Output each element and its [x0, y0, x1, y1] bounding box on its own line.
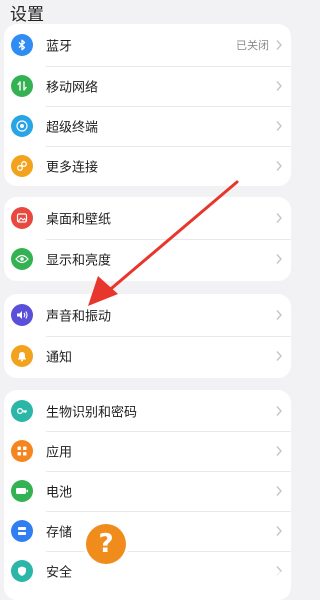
settings-item-label: 存储 [46, 525, 73, 541]
settings-item-label: 超级终端 [46, 120, 99, 136]
chevron-right-icon [276, 310, 282, 320]
settings-item-wallpaper[interactable]: 桌面和壁纸 [4, 198, 291, 238]
settings-item-label: 显示和亮度 [46, 253, 112, 269]
settings-item-label: 更多连接 [46, 160, 99, 176]
shield-icon [11, 560, 33, 582]
settings-item-display-brightness[interactable]: 显示和亮度 [4, 239, 291, 279]
chevron-right-icon [276, 81, 282, 91]
chevron-right-icon [276, 406, 282, 416]
settings-item-label: 桌面和壁纸 [46, 212, 112, 228]
settings-group-display: 桌面和壁纸 显示和亮度 [4, 197, 291, 281]
settings-item-label: 安全 [46, 565, 73, 581]
help-badge-icon: ? [86, 524, 126, 564]
settings-item-label: 应用 [46, 445, 73, 461]
battery-icon [11, 480, 33, 502]
chevron-right-icon [276, 446, 282, 456]
settings-item-label: 声音和振动 [46, 309, 112, 325]
chevron-right-icon [276, 40, 282, 50]
settings-item-sound-vibration[interactable]: 声音和振动 [4, 295, 291, 335]
settings-group-sound: 声音和振动 通知 [4, 294, 291, 378]
chevron-right-icon [276, 121, 282, 131]
settings-item-super-device[interactable]: 超级终端 [4, 106, 291, 146]
bluetooth-icon [11, 34, 33, 56]
settings-group-system: 生物识别和密码 应用 电池 存储 安全 [4, 390, 291, 600]
settings-item-mobile-network[interactable]: 移动网络 [4, 66, 291, 106]
settings-item-notifications[interactable]: 通知 [4, 336, 291, 376]
wallpaper-icon [11, 207, 33, 229]
settings-item-battery[interactable]: 电池 [4, 471, 291, 511]
chevron-right-icon [276, 254, 282, 264]
signal-icon [11, 75, 33, 97]
bluetooth-status: 已关闭 [236, 39, 269, 52]
settings-item-label: 移动网络 [46, 80, 99, 96]
settings-item-label: 电池 [46, 485, 73, 501]
chevron-right-icon [276, 351, 282, 361]
chevron-right-icon [276, 486, 282, 496]
bell-icon [11, 345, 33, 367]
settings-item-more-connections[interactable]: 更多连接 [4, 146, 291, 186]
settings-item-apps[interactable]: 应用 [4, 431, 291, 471]
settings-item-label: 通知 [46, 350, 73, 366]
settings-group-connectivity: 蓝牙 已关闭 移动网络 超级终端 更多连接 [4, 24, 291, 186]
chevron-right-icon [276, 213, 282, 223]
chevron-right-icon [276, 161, 282, 171]
watermark-bar [132, 571, 282, 585]
chevron-right-icon [276, 526, 282, 536]
settings-item-label: 蓝牙 [46, 39, 73, 55]
speaker-icon [11, 304, 33, 326]
key-icon [11, 400, 33, 422]
eye-icon [11, 248, 33, 270]
link-icon [11, 155, 33, 177]
settings-item-biometrics-password[interactable]: 生物识别和密码 [4, 391, 291, 431]
storage-icon [11, 520, 33, 542]
apps-icon [11, 440, 33, 462]
super-device-icon [11, 115, 33, 137]
settings-item-storage[interactable]: 存储 [4, 511, 291, 551]
settings-item-label: 生物识别和密码 [46, 405, 138, 421]
settings-item-bluetooth[interactable]: 蓝牙 已关闭 [4, 24, 291, 66]
